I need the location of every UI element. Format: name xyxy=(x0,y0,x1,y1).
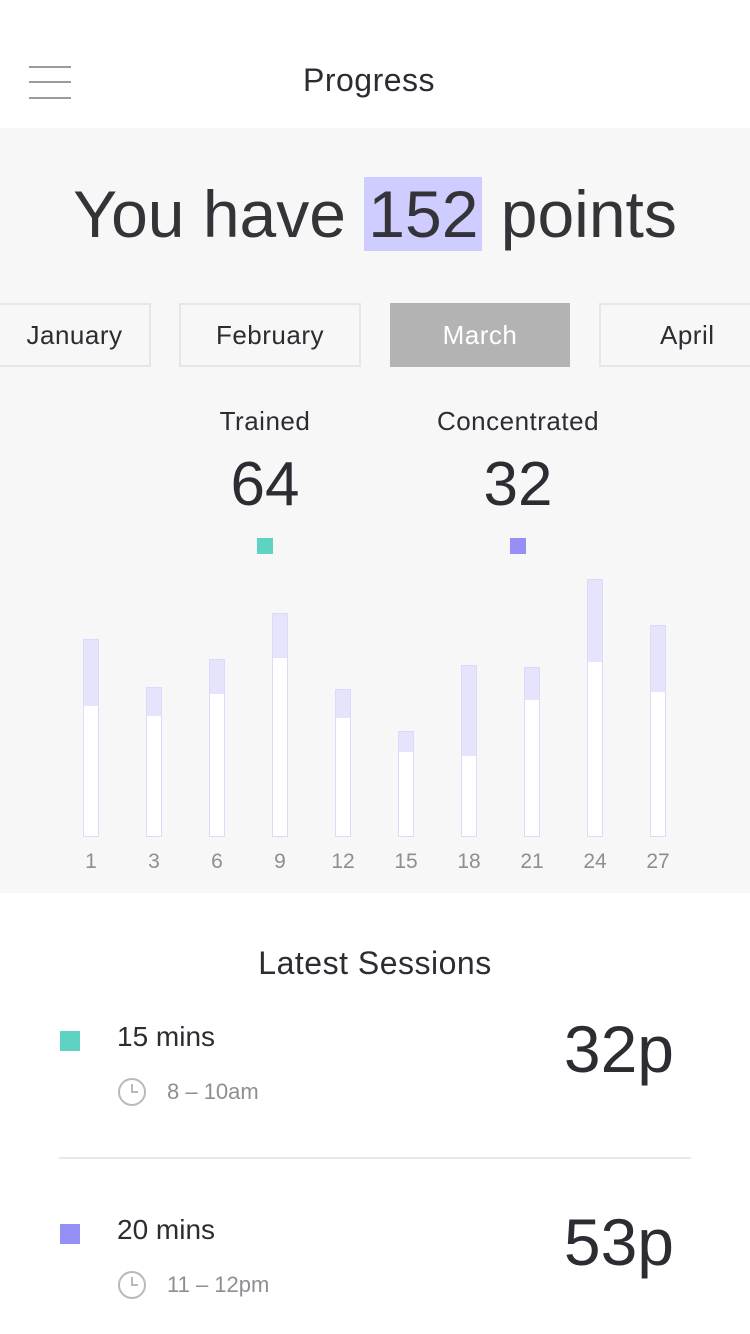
x-tick-label: 24 xyxy=(583,850,607,873)
bar-segment-lower xyxy=(525,700,539,836)
session-color-swatch xyxy=(60,1224,80,1244)
bar-segment-lower xyxy=(336,718,350,836)
month-tab-january[interactable]: January xyxy=(0,303,151,367)
session-item[interactable]: 15 mins 8 – 10am 32p xyxy=(0,1012,750,1141)
bar-segment-upper xyxy=(336,690,350,718)
points-value: 152 xyxy=(364,177,483,251)
x-tick-label: 9 xyxy=(274,850,286,873)
bar-segment-lower xyxy=(84,706,98,836)
x-tick-label: 12 xyxy=(331,850,354,873)
sessions-title: Latest Sessions xyxy=(258,945,492,981)
top-bar: Progress xyxy=(0,0,750,128)
bar-segment-lower xyxy=(462,756,476,836)
stats-panel: You have 152 points January February Mar… xyxy=(0,128,750,893)
session-time: 8 – 10am xyxy=(167,1079,259,1104)
concentrated-value: 32 xyxy=(483,450,553,519)
month-tab-march[interactable]: March xyxy=(390,303,570,367)
bar-segment-lower xyxy=(588,662,602,836)
concentrated-color-swatch xyxy=(510,538,526,554)
bar-segment-upper xyxy=(273,614,287,658)
trained-color-swatch xyxy=(257,538,273,554)
page-title: Progress xyxy=(302,62,436,98)
x-tick-label: 3 xyxy=(148,850,160,873)
bar-segment-upper xyxy=(399,732,413,752)
session-duration: 15 mins xyxy=(117,1021,216,1052)
session-points: 53p xyxy=(563,1205,674,1279)
session-divider xyxy=(59,1157,691,1159)
points-headline: You have 152 points xyxy=(0,176,750,252)
clock-icon xyxy=(118,1078,146,1106)
daily-bar-chart: 1 3 6 9 12 15 18 21 24 27 xyxy=(83,579,670,873)
bar-segment-lower xyxy=(399,752,413,836)
x-tick-label: 27 xyxy=(646,850,669,873)
trained-metric: Trained 64 xyxy=(145,406,385,554)
bar-segment-lower xyxy=(147,716,161,836)
bar-segment-lower xyxy=(273,658,287,836)
bar-segment-upper xyxy=(462,666,476,756)
bar-segment-lower xyxy=(210,694,224,836)
concentrated-metric: Concentrated 32 xyxy=(398,406,638,554)
bar-segment-upper xyxy=(651,626,665,692)
trained-label: Trained xyxy=(219,406,311,436)
session-points: 32p xyxy=(563,1012,674,1086)
bar-segment-upper xyxy=(84,640,98,706)
x-tick-label: 6 xyxy=(211,850,223,873)
month-tab-february[interactable]: February xyxy=(179,303,361,367)
x-tick-label: 18 xyxy=(457,850,480,873)
session-time: 11 – 12pm xyxy=(167,1272,270,1297)
headline-suffix: points xyxy=(482,177,677,251)
x-tick-label: 1 xyxy=(85,850,97,873)
x-tick-label: 15 xyxy=(394,850,417,873)
month-tab-april[interactable]: April xyxy=(599,303,750,367)
session-color-swatch xyxy=(60,1031,80,1051)
bar-segment-lower xyxy=(651,692,665,836)
bar-segment-upper xyxy=(525,668,539,700)
session-duration: 20 mins xyxy=(117,1214,216,1245)
latest-sessions: Latest Sessions 15 mins 8 – 10am 32p 20 … xyxy=(0,893,750,1334)
trained-value: 64 xyxy=(230,450,300,519)
session-item[interactable]: 20 mins 11 – 12pm 53p xyxy=(0,1205,750,1334)
bar-segment-upper xyxy=(147,688,161,716)
x-tick-label: 21 xyxy=(520,850,543,873)
bar-segment-upper xyxy=(210,660,224,694)
clock-icon xyxy=(118,1271,146,1299)
bar-segment-upper xyxy=(588,580,602,662)
concentrated-label: Concentrated xyxy=(436,406,600,436)
headline-prefix: You have xyxy=(73,177,365,251)
